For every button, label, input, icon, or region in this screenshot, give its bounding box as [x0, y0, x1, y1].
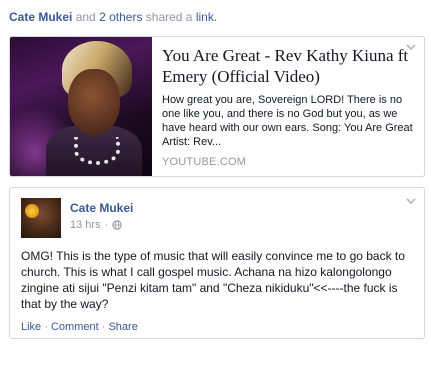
link-title[interactable]: You Are Great - Rev Kathy Kiuna ft Emery… [162, 45, 420, 87]
post-timestamp[interactable]: 13 hrs [70, 219, 101, 231]
link-info: You Are Great - Rev Kathy Kiuna ft Emery… [162, 45, 420, 168]
share-others-link[interactable]: 2 others [99, 10, 142, 24]
thumbnail-figure-face [68, 69, 120, 135]
meta-separator: · [104, 219, 109, 231]
comment-button[interactable]: Comment [51, 321, 99, 333]
avatar[interactable] [21, 198, 61, 238]
post-meta: 13 hrs · [70, 219, 122, 231]
chevron-down-icon[interactable] [406, 197, 416, 205]
share-header: Cate Mukei and 2 others shared a link. [9, 10, 424, 26]
post-actions: Like · Comment · Share [21, 321, 138, 333]
share-verb: shared a [145, 10, 193, 24]
post-card: Cate Mukei 13 hrs · OMG! This is the typ… [9, 187, 425, 339]
chevron-down-icon[interactable] [406, 43, 416, 51]
share-author-link[interactable]: Cate Mukei [9, 10, 72, 24]
video-thumbnail[interactable] [10, 37, 152, 176]
globe-icon[interactable] [112, 220, 122, 230]
like-button[interactable]: Like [21, 321, 41, 333]
share-object-link[interactable]: link. [196, 10, 217, 24]
link-description: How great you are, Sovereign LORD! There… [162, 94, 413, 148]
link-source: YOUTUBE.COM [162, 156, 247, 168]
share-connector: and [75, 10, 96, 24]
post-author[interactable]: Cate Mukei [70, 201, 133, 215]
action-separator: · [101, 321, 106, 333]
action-separator: · [44, 321, 48, 333]
post-text: OMG! This is the type of music that will… [21, 249, 405, 311]
link-preview-card[interactable]: You Are Great - Rev Kathy Kiuna ft Emery… [9, 36, 425, 177]
thumbnail-necklace [74, 137, 120, 165]
share-button[interactable]: Share [108, 321, 137, 333]
avatar-flower [25, 204, 39, 218]
